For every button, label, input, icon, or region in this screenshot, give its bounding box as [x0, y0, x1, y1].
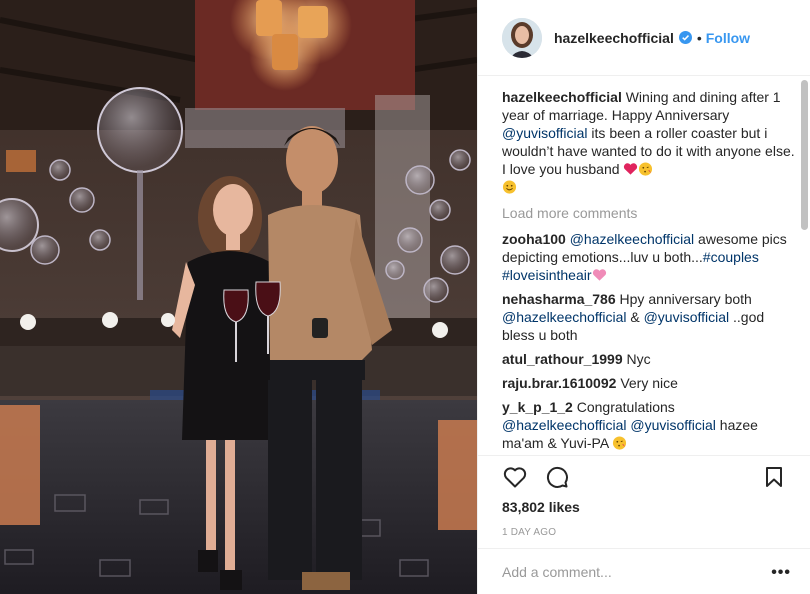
couple-photo	[0, 0, 477, 594]
comment-mention[interactable]: @yuvisofficial	[630, 417, 716, 433]
avatar[interactable]	[502, 17, 542, 58]
save-button[interactable]	[761, 464, 787, 490]
comments-scrollbar[interactable]	[801, 80, 808, 230]
post-header: hazelkeechofficial • Follow	[478, 0, 810, 76]
add-comment-input[interactable]	[502, 563, 742, 580]
heart-emoji-icon	[624, 163, 638, 175]
caption-mention[interactable]: @yuvisofficial	[502, 125, 588, 141]
follow-button[interactable]: Follow	[706, 30, 750, 46]
comment: zooha100 @hazelkeechofficial awesome pic…	[502, 230, 797, 284]
comment-hashtag[interactable]: #couples	[703, 249, 759, 265]
post-timestamp[interactable]: 1 DAY AGO	[502, 527, 810, 538]
add-comment-bar: •••	[478, 548, 810, 594]
like-button[interactable]	[502, 464, 528, 490]
comment: y_k_p_1_2 Congratulations @hazelkeechoff…	[502, 398, 797, 452]
smile-emoji-icon	[502, 180, 517, 194]
separator-dot: •	[696, 29, 702, 46]
comment-mention[interactable]: @yuvisofficial	[644, 309, 730, 325]
comment: raju.brar.1610092 Very nice	[502, 374, 797, 392]
heart-icon	[503, 467, 527, 488]
caption-username[interactable]: hazelkeechofficial	[502, 89, 622, 105]
comment-button[interactable]	[544, 464, 570, 490]
comments-list[interactable]: hazelkeechofficial Wining and dining aft…	[478, 76, 810, 454]
post-actions: 83,802 likes 1 DAY AGO	[478, 455, 810, 538]
header-username[interactable]: hazelkeechofficial	[554, 30, 674, 46]
bookmark-icon	[766, 467, 782, 487]
verified-badge-icon	[678, 31, 692, 44]
comment-username[interactable]: nehasharma_786	[502, 291, 616, 307]
comment-text: &	[626, 309, 644, 325]
comment-text: Congratulations	[576, 399, 675, 415]
post-photo[interactable]	[0, 0, 477, 594]
comment-mention[interactable]: @hazelkeechofficial	[570, 231, 694, 247]
post-caption: hazelkeechofficial Wining and dining aft…	[502, 88, 797, 196]
instagram-post: hazelkeechofficial • Follow hazelkeechof…	[0, 0, 810, 594]
comment-icon	[546, 466, 568, 488]
action-icons	[502, 456, 810, 498]
kiss-face-emoji-icon	[613, 436, 627, 450]
comment-username[interactable]: raju.brar.1610092	[502, 375, 616, 391]
comment-mention[interactable]: @hazelkeechofficial	[502, 417, 626, 433]
comment-text: Very nice	[620, 375, 678, 391]
comment-mention[interactable]: @hazelkeechofficial	[502, 309, 626, 325]
post-side-panel: hazelkeechofficial • Follow hazelkeechof…	[477, 0, 810, 594]
comment-hashtag[interactable]: #loveisintheair	[502, 267, 592, 283]
comment-text: Nyc	[626, 351, 651, 367]
likes-count[interactable]: 83,802 likes	[502, 499, 810, 515]
sparkling-heart-emoji-icon	[592, 269, 606, 281]
comment-username[interactable]: zooha100	[502, 231, 566, 247]
kiss-face-emoji-icon	[639, 162, 653, 176]
comment: atul_rathour_1999 Nyc	[502, 350, 797, 368]
comment-username[interactable]: y_k_p_1_2	[502, 399, 573, 415]
load-more-comments-button[interactable]: Load more comments	[502, 204, 797, 222]
comment-username[interactable]: atul_rathour_1999	[502, 351, 623, 367]
more-options-icon[interactable]: •••	[771, 564, 791, 582]
comment: nehasharma_786 Hpy anniversary both @haz…	[502, 290, 797, 344]
comment-text: Hpy anniversary both	[619, 291, 752, 307]
